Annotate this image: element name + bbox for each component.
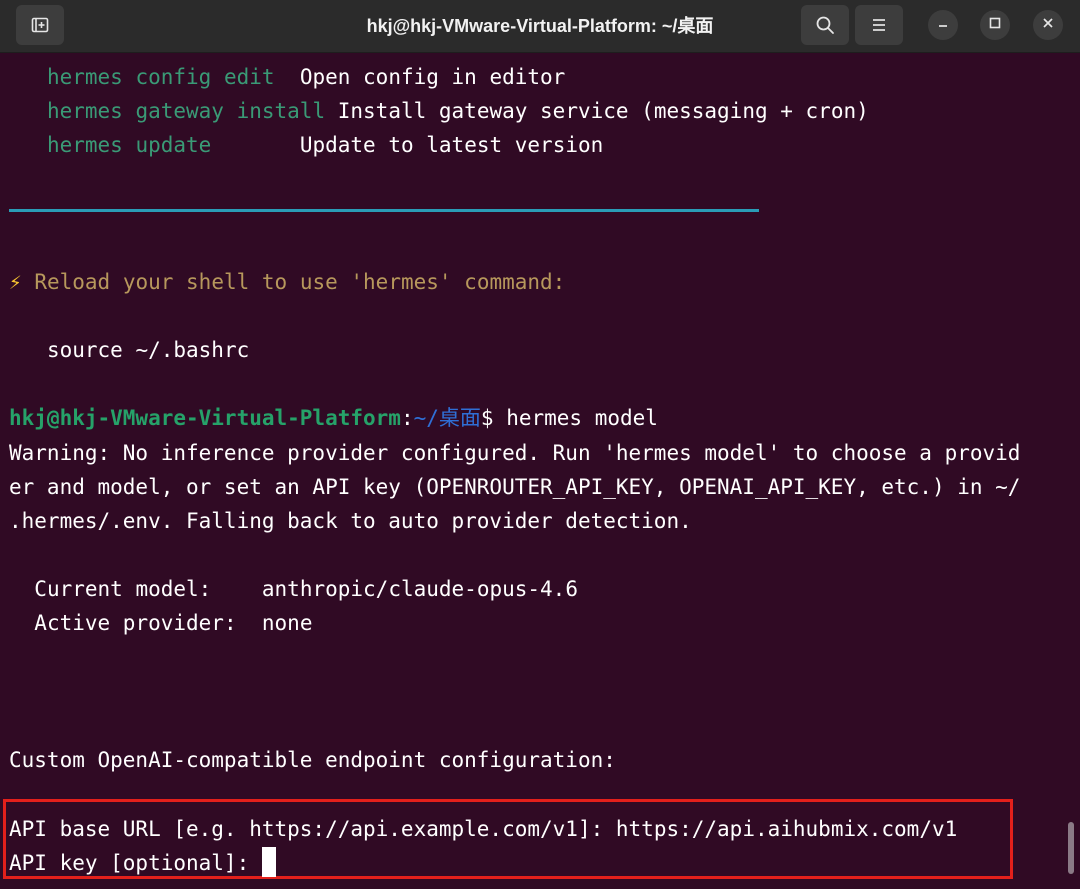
scrollbar[interactable] — [1068, 822, 1074, 874]
close-button[interactable] — [1033, 10, 1063, 40]
terminal-window: hkj@hkj-VMware-Virtual-Platform: ~/桌面 he… — [0, 0, 1080, 889]
prompt-path: ~/桌面 — [413, 406, 481, 430]
prompt-command: hermes model — [506, 406, 658, 430]
minimize-icon — [936, 16, 950, 35]
command-name: hermes config edit — [46, 65, 275, 89]
menu-button[interactable] — [855, 5, 903, 45]
command-description: Update to latest version — [299, 133, 604, 157]
custom-endpoint-heading: Custom OpenAI-compatible endpoint config… — [9, 748, 616, 772]
terminal-output[interactable]: hermes config edit Open config in editor… — [0, 52, 1080, 889]
api-base-url-prompt: API base URL [e.g. https://api.example.c… — [9, 817, 604, 841]
shell-prompt-line: hkj@hkj-VMware-Virtual-Platform:~/桌面$ he… — [9, 406, 658, 430]
reload-message: ⚡ Reload your shell to use 'hermes' comm… — [9, 270, 566, 294]
current-model-line: Current model: anthropic/claude-opus-4.6 — [9, 572, 578, 606]
search-button[interactable] — [801, 5, 849, 45]
source-command: source ~/.bashrc — [46, 338, 250, 362]
warning-line-1: Warning: No inference provider configure… — [9, 441, 1021, 465]
new-tab-button[interactable] — [16, 5, 64, 45]
command-description: Install gateway service (messaging + cro… — [337, 99, 869, 123]
warning-line-3: .hermes/.env. Falling back to auto provi… — [9, 509, 692, 533]
active-provider-label: Active provider: — [34, 611, 237, 635]
hamburger-menu-icon — [870, 17, 888, 33]
command-description: Open config in editor — [299, 65, 566, 89]
text-cursor — [261, 847, 276, 877]
command-name: hermes gateway install — [46, 99, 326, 123]
warning-line-2: er and model, or set an API key (OPENROU… — [9, 475, 1021, 499]
title-bar: hkj@hkj-VMware-Virtual-Platform: ~/桌面 — [0, 0, 1080, 53]
active-provider-value: none — [261, 611, 313, 635]
search-icon — [815, 15, 835, 35]
close-icon — [1041, 16, 1055, 35]
lightning-icon: ⚡ — [9, 270, 22, 294]
current-model-value: anthropic/claude-opus-4.6 — [261, 577, 578, 601]
api-base-url-line: API base URL [e.g. https://api.example.c… — [9, 812, 957, 846]
current-model-label: Current model: — [34, 577, 212, 601]
api-base-url-value: https://api.aihubmix.com/v1 — [615, 817, 958, 841]
active-provider-line: Active provider: none — [9, 606, 312, 640]
help-line-gateway-install: hermes gateway install Install gateway s… — [9, 94, 869, 128]
maximize-icon — [988, 16, 1002, 35]
help-line-update: hermes update Update to latest version — [9, 128, 603, 162]
separator-rule — [9, 209, 759, 212]
api-key-line[interactable]: API key [optional]: — [9, 846, 276, 880]
maximize-button[interactable] — [980, 10, 1010, 40]
prompt-user-host: hkj@hkj-VMware-Virtual-Platform — [9, 406, 401, 430]
api-key-prompt: API key [optional]: — [9, 851, 250, 875]
help-line-config-edit: hermes config edit Open config in editor — [9, 60, 565, 94]
new-tab-icon — [30, 15, 50, 35]
command-name: hermes update — [46, 133, 212, 157]
minimize-button[interactable] — [928, 10, 958, 40]
window-title: hkj@hkj-VMware-Virtual-Platform: ~/桌面 — [366, 16, 714, 36]
